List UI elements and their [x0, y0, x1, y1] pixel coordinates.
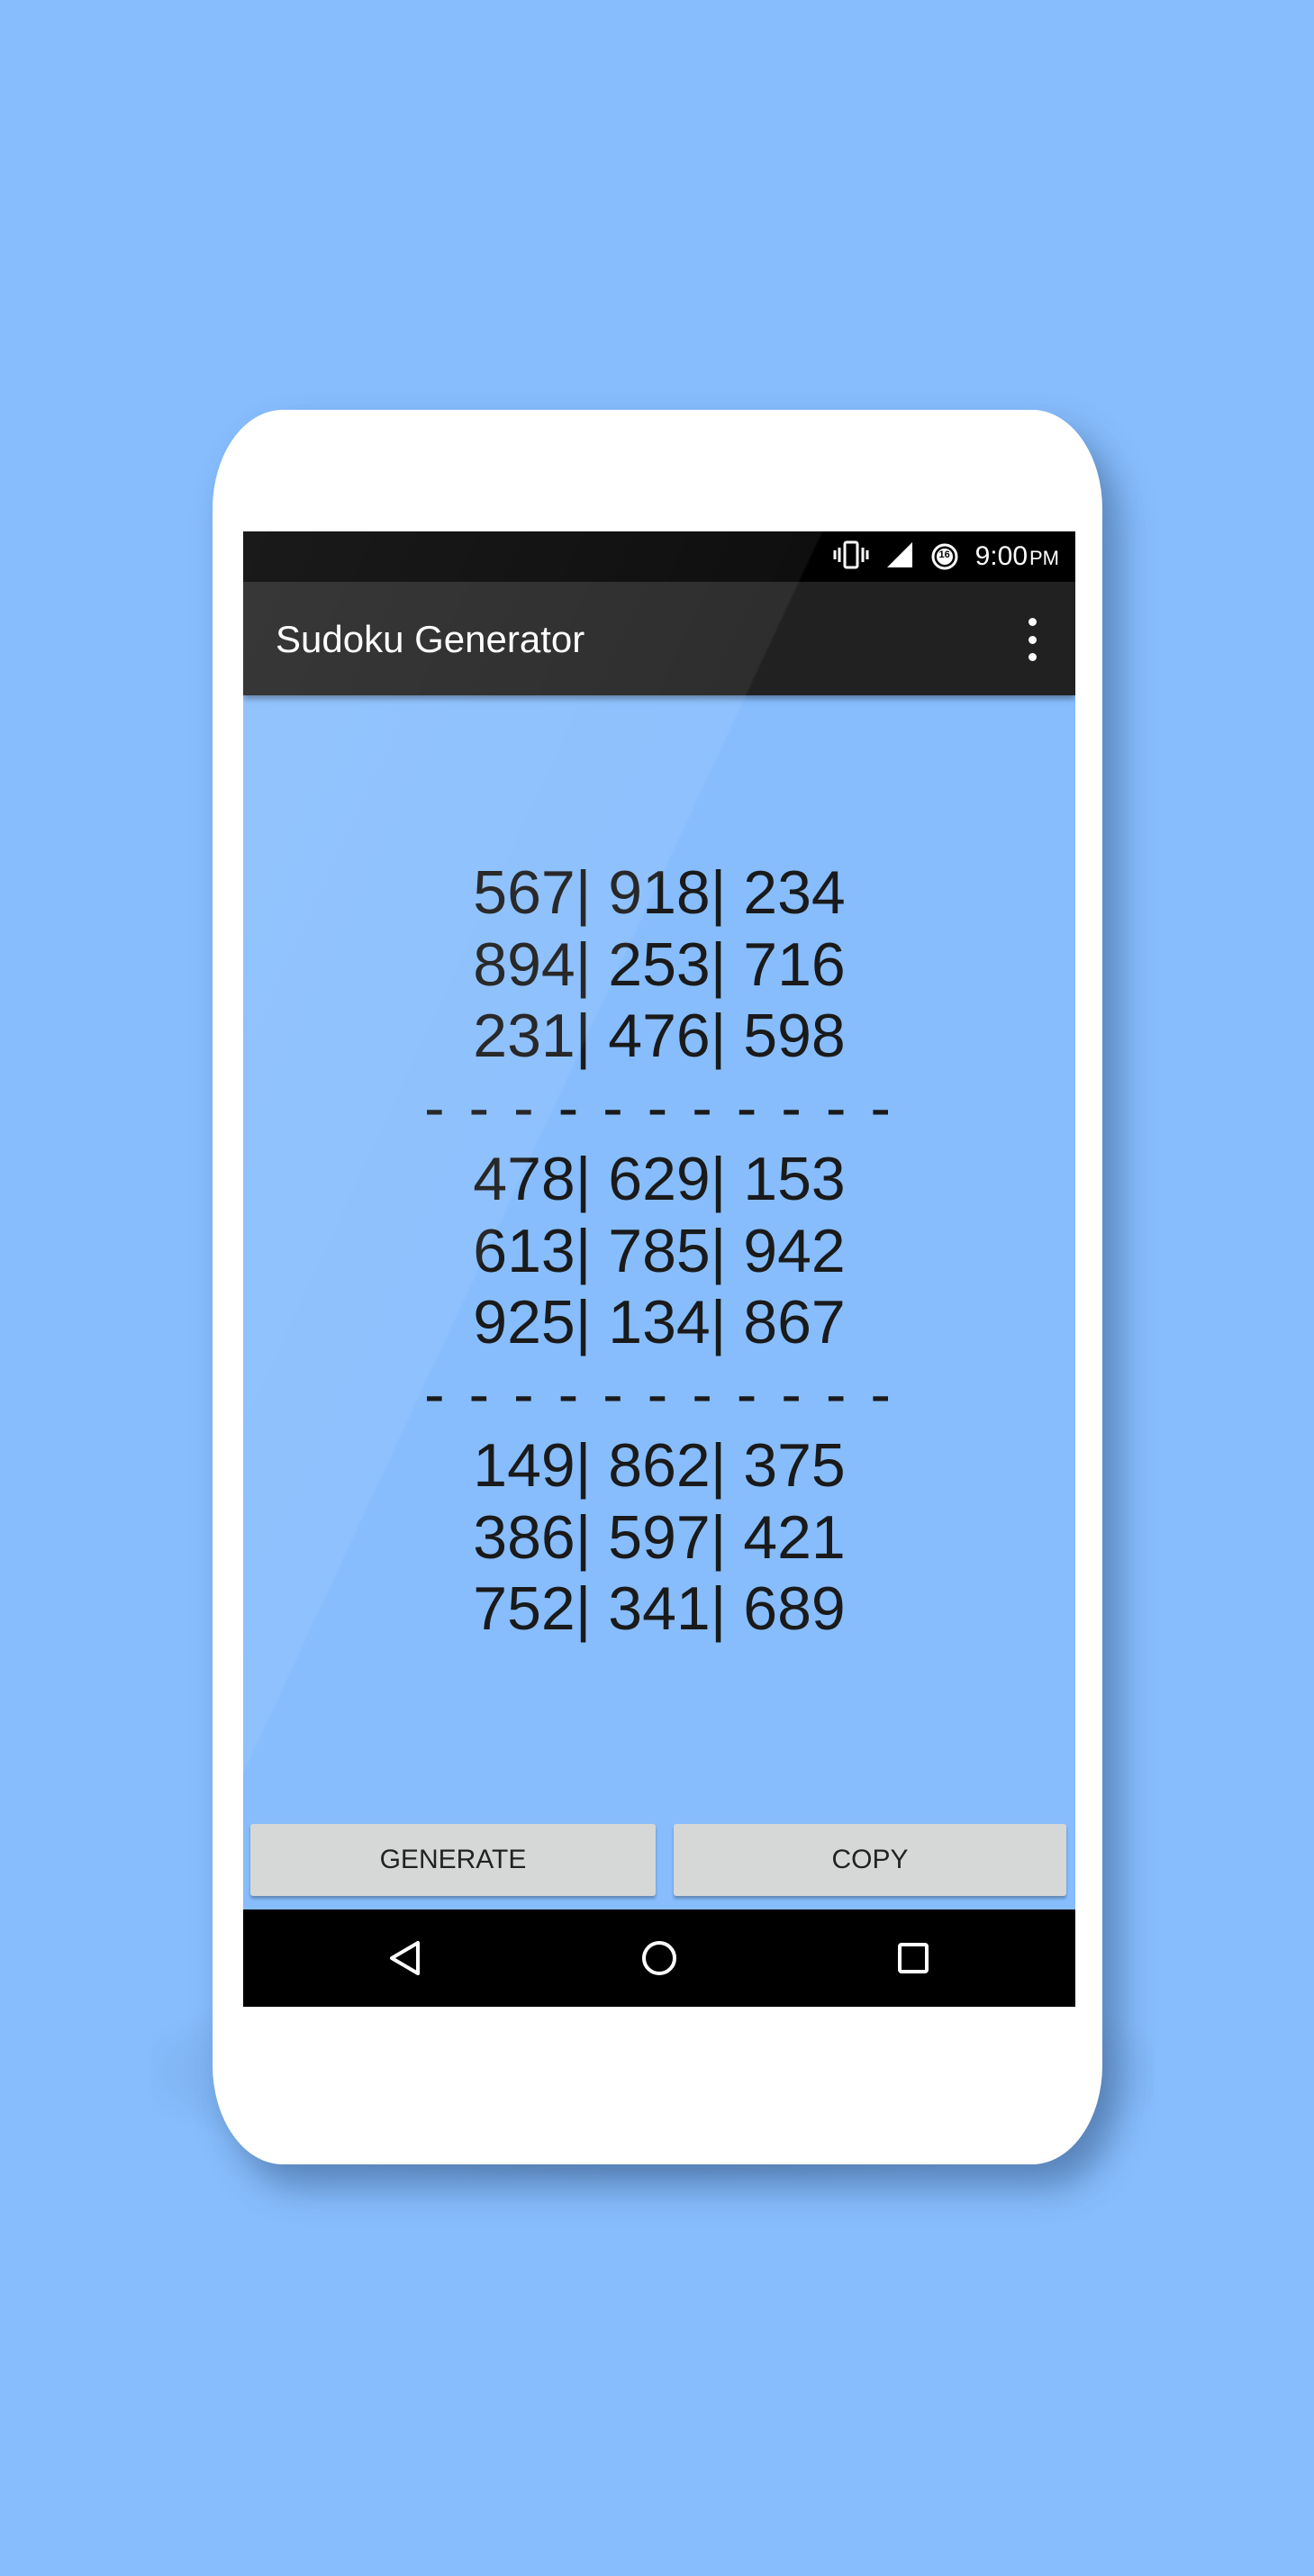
button-bar: GENERATE COPY	[250, 1824, 1068, 1896]
overflow-menu-icon[interactable]	[1021, 618, 1043, 661]
sudoku-row: 925| 134| 867	[473, 1288, 846, 1356]
sudoku-separator: - - - - - - - - - - -	[423, 1073, 894, 1142]
sudoku-row: 478| 629| 153	[473, 1145, 846, 1213]
signal-icon	[885, 540, 914, 574]
back-icon[interactable]	[376, 1929, 434, 1987]
vibrate-icon	[833, 540, 869, 575]
alarm-icon: 16	[930, 542, 959, 571]
overflow-dot	[1028, 618, 1037, 626]
alarm-badge: 16	[938, 549, 950, 560]
stage: 16 9:00PM Sudoku Generator 567| 918| 234…	[0, 0, 1314, 2576]
sudoku-row: 149| 862| 375	[473, 1431, 846, 1500]
sudoku-row: 386| 597| 421	[473, 1502, 846, 1572]
status-time: 9:00PM	[975, 541, 1059, 572]
copy-button[interactable]: COPY	[674, 1824, 1066, 1896]
overflow-dot	[1028, 635, 1037, 644]
sudoku-separator: - - - - - - - - - - -	[423, 1359, 894, 1429]
app-bar: Sudoku Generator	[243, 582, 1075, 695]
sudoku-row: 613| 785| 942	[473, 1216, 846, 1285]
overflow-dot	[1028, 653, 1037, 661]
sudoku-row: 752| 341| 689	[473, 1574, 846, 1643]
sudoku-row: 894| 253| 716	[473, 930, 846, 999]
status-bar: 16 9:00PM	[243, 531, 1075, 582]
home-icon[interactable]	[630, 1929, 688, 1987]
sudoku-row: 567| 918| 234	[473, 858, 846, 927]
sudoku-grid: 567| 918| 234 894| 253| 716 231| 476| 59…	[243, 857, 1075, 1646]
sudoku-row: 231| 476| 598	[473, 1002, 846, 1070]
phone-screen: 16 9:00PM Sudoku Generator 567| 918| 234…	[243, 531, 1075, 2007]
generate-button[interactable]: GENERATE	[250, 1824, 656, 1896]
app-title: Sudoku Generator	[276, 618, 585, 660]
recent-apps-icon[interactable]	[884, 1929, 942, 1987]
status-clock: 9:00	[974, 541, 1028, 571]
navigation-bar	[243, 1909, 1075, 2007]
status-icons: 16 9:00PM	[833, 539, 1059, 575]
status-ampm: PM	[1029, 547, 1059, 569]
